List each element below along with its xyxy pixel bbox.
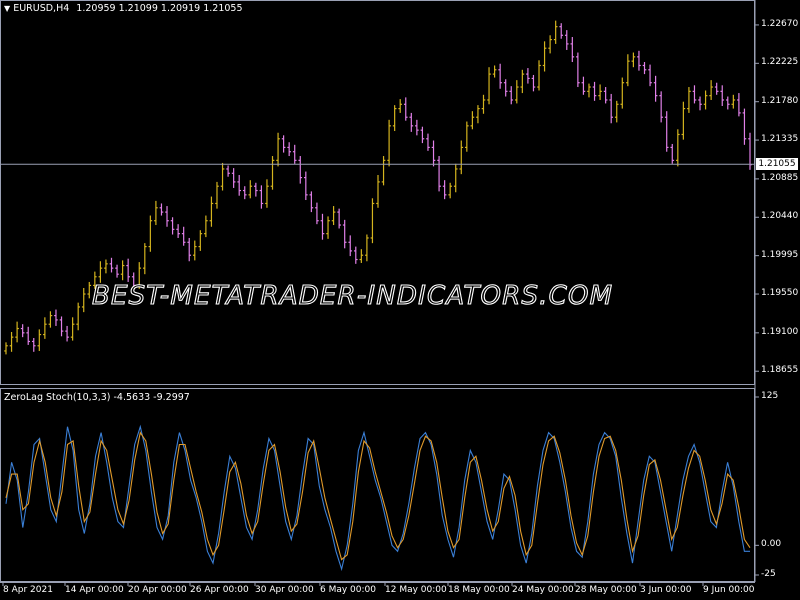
symbol-timeframe: EURUSD,H4 bbox=[13, 3, 70, 14]
price-axis-label: 1.18655 bbox=[761, 365, 799, 376]
time-axis-label: 30 Apr 00:00 bbox=[255, 585, 314, 595]
current-price-tag: 1.21055 bbox=[756, 158, 798, 171]
time-axis-label: 6 May 00:00 bbox=[320, 585, 376, 595]
time-axis-label: 3 Jun 00:00 bbox=[640, 585, 692, 595]
time-axis-label: 20 Apr 00:00 bbox=[128, 585, 187, 595]
price-axis-label: 1.22225 bbox=[761, 57, 799, 68]
price-axis-label: 1.19995 bbox=[761, 249, 799, 260]
price-axis-label: 1.21335 bbox=[761, 134, 799, 145]
price-axis-label: 1.19550 bbox=[761, 288, 799, 299]
time-axis-label: 26 Apr 00:00 bbox=[190, 585, 249, 595]
symbol-header: ▼ EURUSD,H4 1.20959 1.21099 1.20919 1.21… bbox=[4, 3, 243, 14]
indicator-scale-label: 0.00 bbox=[761, 539, 782, 550]
stoch-main-line bbox=[5, 424, 750, 572]
price-axis-label: 1.20440 bbox=[761, 211, 799, 222]
price-axis-label: 1.19100 bbox=[761, 326, 799, 337]
price-axis-label: 1.20885 bbox=[761, 172, 799, 183]
triangle-down-icon[interactable]: ▼ bbox=[4, 4, 10, 13]
stoch-signal-line bbox=[5, 431, 751, 561]
price-axis-label: 1.22670 bbox=[761, 18, 799, 29]
time-axis-label: 8 Apr 2021 bbox=[3, 585, 53, 595]
indicator-scale-label: 125 bbox=[761, 391, 779, 401]
time-axis-label: 12 May 00:00 bbox=[385, 585, 447, 595]
indicator-label: ZeroLag Stoch(10,3,3) -4.5633 -9.2997 bbox=[4, 392, 190, 403]
time-axis-label: 28 May 00:00 bbox=[575, 585, 637, 595]
watermark-text: BEST-METATRADER-INDICATORS.COM bbox=[91, 280, 614, 311]
indicator-scale-label: -25 bbox=[761, 569, 776, 579]
time-axis-label: 9 Jun 00:00 bbox=[703, 585, 755, 595]
ohlc-values: 1.20959 1.21099 1.20919 1.21055 bbox=[76, 3, 243, 14]
price-axis-label: 1.21780 bbox=[761, 95, 799, 106]
time-axis-label: 14 Apr 00:00 bbox=[65, 585, 124, 595]
time-axis-label: 18 May 00:00 bbox=[448, 585, 510, 595]
time-axis-label: 24 May 00:00 bbox=[512, 585, 574, 595]
